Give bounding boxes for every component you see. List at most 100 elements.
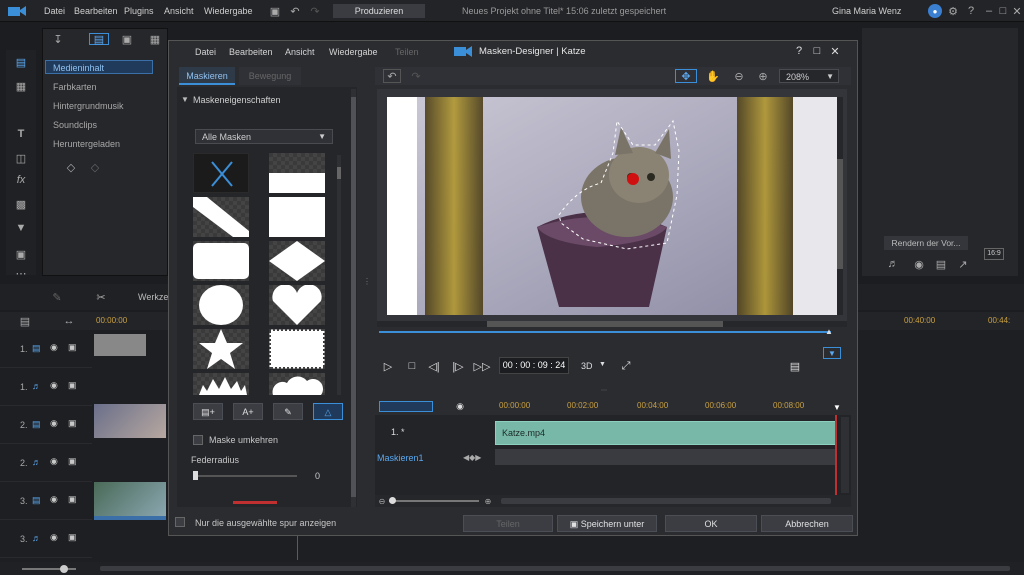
track-lock-icon[interactable]: ▣ <box>68 456 77 467</box>
dialog-help-icon[interactable]: ? <box>793 45 805 57</box>
effect-room-icon[interactable]: ▦ <box>10 78 32 94</box>
save-icon[interactable]: ▣ <box>268 4 282 18</box>
track-visibility-eye-icon[interactable]: ◉ <box>50 494 58 505</box>
brush-mask-button[interactable]: ✎ <box>273 403 303 420</box>
dialog-maximize-icon[interactable]: □ <box>811 45 823 57</box>
preview-canvas[interactable] <box>377 89 847 323</box>
undo-icon[interactable]: ↶ <box>288 4 302 18</box>
dialog-menu-view[interactable]: Ansicht <box>285 47 315 57</box>
mask-track-row[interactable] <box>495 449 837 465</box>
next-frame-icon[interactable]: |▷ <box>451 359 465 373</box>
fit-timeline-icon[interactable]: ↔ <box>62 315 76 327</box>
track-visibility-eye-icon[interactable]: ◉ <box>50 532 58 543</box>
dialog-timeline-vscroll[interactable] <box>841 417 849 493</box>
previous-frame-icon[interactable]: ◁| <box>427 359 441 373</box>
tab-motion[interactable]: Bewegung <box>239 67 301 85</box>
storyboard-icon[interactable]: ▣ <box>119 33 135 46</box>
timeline-horizontal-scrollbar[interactable] <box>100 566 1010 571</box>
mask-cloud-tile[interactable] <box>269 373 325 395</box>
mask-track-label[interactable]: Maskieren1 <box>377 453 424 463</box>
dialog-menu-edit[interactable]: Bearbeiten <box>229 47 273 57</box>
track-view-toggle[interactable] <box>379 401 433 412</box>
resize-handle[interactable]: ⋯ <box>601 388 617 394</box>
more-rooms-icon[interactable]: ⋯ <box>10 268 32 280</box>
track-visibility-eye-icon[interactable]: ◉ <box>50 380 58 391</box>
track-video-2[interactable]: 2. ▤ ◉ ▣ <box>0 406 92 444</box>
track-video-1[interactable]: 1. ▤ ◉ ▣ <box>0 330 92 368</box>
library-item-background-music[interactable]: Hintergrundmusik <box>53 101 124 111</box>
library-item-downloaded[interactable]: Heruntergeladen <box>53 139 120 149</box>
mask-filter-dropdown[interactable]: Alle Masken ▼ <box>195 129 333 144</box>
timeline-clip-color[interactable] <box>94 334 146 356</box>
mask-diamond-tile[interactable] <box>269 241 325 281</box>
tab-mask[interactable]: Maskieren <box>179 67 235 85</box>
dialog-clip-katze[interactable]: Katze.mp4 <box>495 421 837 445</box>
dialog-zoom-slider-handle[interactable] <box>389 497 396 504</box>
track-lock-icon[interactable]: ▣ <box>68 418 77 429</box>
move-tool-icon[interactable]: ✥ <box>675 69 697 83</box>
snapshot-icon[interactable]: ◉ <box>912 258 926 271</box>
track-audio-1[interactable]: 1. ♬ ◉ ▣ <box>0 368 92 406</box>
image-filter-icon[interactable]: ▦ <box>147 33 163 46</box>
maximize-icon[interactable]: □ <box>996 4 1010 18</box>
detach-preview-icon[interactable]: ▤ <box>934 258 948 271</box>
cancel-button[interactable]: Abbrechen <box>761 515 853 532</box>
progress-handle-icon[interactable]: ▲ <box>825 327 833 336</box>
menu-file[interactable]: Datei <box>44 6 65 16</box>
track-visibility-eye-icon[interactable]: ◉ <box>50 342 58 353</box>
mask-heart-tile[interactable] <box>269 284 325 325</box>
preview-redo-icon[interactable]: ↷ <box>407 69 425 83</box>
track-visibility-eye-icon[interactable]: ◉ <box>50 456 58 467</box>
notification-icon[interactable]: ● <box>928 4 942 18</box>
dialog-close-icon[interactable]: ✕ <box>829 45 841 58</box>
mask-rounded-rect-tile[interactable] <box>193 241 249 281</box>
dialog-zoom-slider[interactable] <box>389 500 479 502</box>
split-scissors-icon[interactable]: ✂ <box>94 290 108 304</box>
help-icon[interactable]: ? <box>964 4 978 18</box>
feather-radius-slider-handle[interactable] <box>193 471 198 480</box>
splitter-handle[interactable]: ⋮ <box>363 277 371 293</box>
chevron-down-icon[interactable]: ▼ <box>599 361 606 368</box>
text-mask-button[interactable]: A+ <box>233 403 263 420</box>
shapes-scrollbar-thumb[interactable] <box>337 167 341 179</box>
mask-circle-tile[interactable] <box>193 285 249 325</box>
zoom-select[interactable]: 208% ▼ <box>779 69 839 83</box>
track-audio-3[interactable]: 3. ♬ ◉ ▣ <box>0 520 92 558</box>
pip-room-icon[interactable]: ▩ <box>10 196 32 212</box>
track-lock-icon[interactable]: ▣ <box>68 532 77 543</box>
track-lock-icon[interactable]: ▣ <box>68 380 77 391</box>
preview-horizontal-scrollbar-thumb[interactable] <box>487 321 723 327</box>
track-lock-icon[interactable]: ▣ <box>68 494 77 505</box>
menu-playback[interactable]: Wiedergabe <box>204 6 253 16</box>
mask-burst-tile[interactable] <box>193 373 249 395</box>
mask-star-tile[interactable] <box>193 329 249 369</box>
menu-plugins[interactable]: Plugins <box>124 6 154 16</box>
library-item-sound-clips[interactable]: Soundclips <box>53 120 97 130</box>
dialog-menu-share[interactable]: Teilen <box>395 47 419 57</box>
minimize-icon[interactable]: – <box>982 4 996 18</box>
edit-tool-icon[interactable]: ✎ <box>50 290 64 304</box>
fast-forward-icon[interactable]: ▷▷ <box>474 359 491 373</box>
image-mask-button[interactable]: ▤+ <box>193 403 223 420</box>
fx-room-icon[interactable]: fx <box>10 172 32 188</box>
render-preview-button[interactable]: Rendern der Vor... <box>884 236 968 250</box>
tools-label[interactable]: Werkze <box>138 292 168 302</box>
track-manager-icon[interactable]: ▤ <box>18 316 32 328</box>
invert-mask-checkbox[interactable] <box>193 435 203 445</box>
view-mode-icon[interactable]: ▤ <box>89 33 109 46</box>
zoom-slider-handle[interactable] <box>60 565 68 573</box>
mask-gradient-rect-tile[interactable] <box>269 153 325 193</box>
title-room-icon[interactable]: T <box>10 126 32 142</box>
subtitle-room-icon[interactable]: ▣ <box>10 246 32 262</box>
add-folder-icon[interactable]: ◇ <box>63 159 79 175</box>
track-audio-2[interactable]: 2. ♬ ◉ ▣ <box>0 444 92 482</box>
mask-stamp-tile[interactable] <box>269 329 325 369</box>
fit-to-window-icon[interactable]: ⤢ <box>619 359 633 373</box>
expand-panel-icon[interactable]: ▼ <box>823 347 841 359</box>
keyframe-settings-icon[interactable]: ◉ <box>455 401 465 411</box>
play-icon[interactable]: ▷ <box>381 359 395 373</box>
redo-icon[interactable]: ↷ <box>308 4 322 18</box>
dialog-menu-file[interactable]: Datei <box>195 47 216 57</box>
menu-view[interactable]: Ansicht <box>164 6 194 16</box>
timecode-display[interactable]: 00 : 00 : 09 : 24 <box>499 357 569 374</box>
